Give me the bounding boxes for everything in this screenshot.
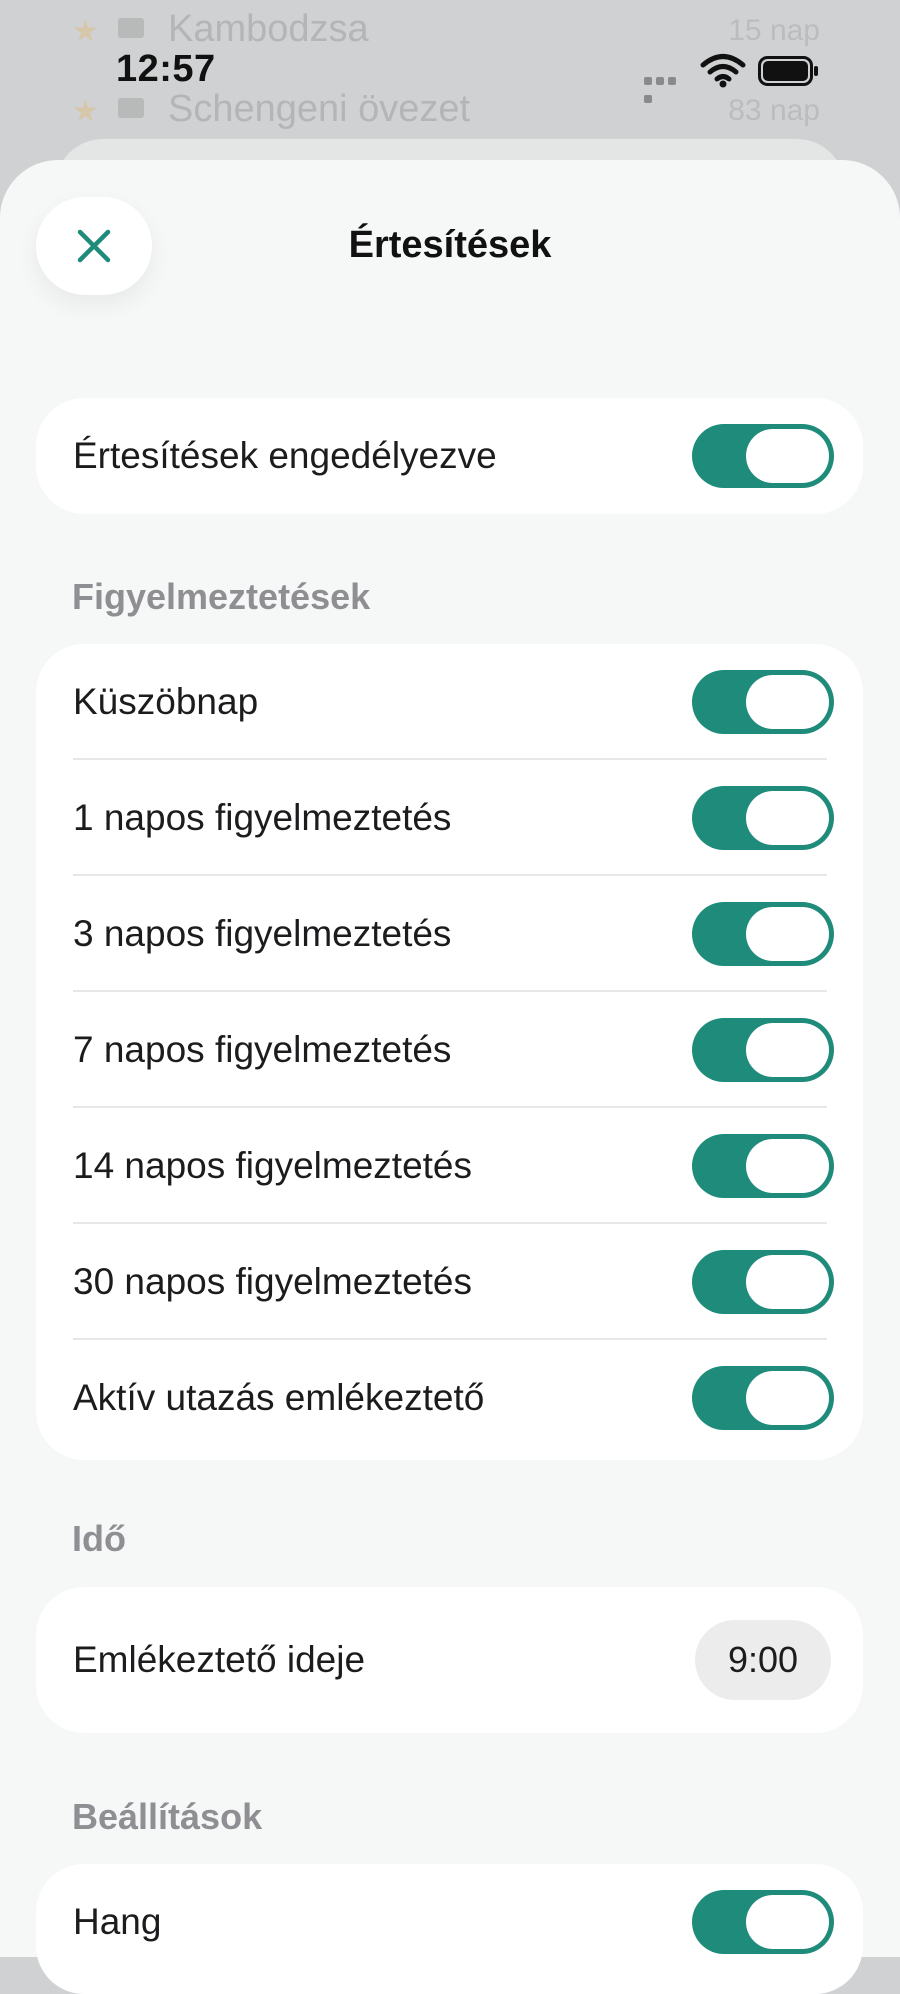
toggle-label: 3 napos figyelmeztetés	[73, 913, 452, 954]
toggle-label: 7 napos figyelmeztetés	[73, 1029, 452, 1070]
toggle-label: Értesítések engedélyezve	[73, 435, 497, 476]
star-icon: ★	[72, 94, 99, 129]
toggle-row-sound: Hang	[36, 1864, 863, 1980]
background-item-name: Schengeni övezet	[168, 88, 471, 130]
toggle-label: Aktív utazás emlékeztető	[73, 1377, 485, 1418]
section-header-time: Idő	[72, 1518, 126, 1559]
star-icon: ★	[72, 14, 99, 49]
reminder-time-label: Emlékeztető ideje	[73, 1639, 366, 1680]
toggle-row-3-day: 3 napos figyelmeztetés	[36, 876, 863, 992]
threshold-day-toggle[interactable]	[692, 670, 834, 734]
toggle-knob	[746, 1139, 829, 1193]
status-time: 12:57	[116, 48, 216, 90]
1-day-alert-toggle[interactable]	[692, 786, 834, 850]
toggle-row-threshold-day: Küszöbnap	[36, 644, 863, 760]
toggle-knob	[746, 791, 829, 845]
toggle-label: 1 napos figyelmeztetés	[73, 797, 452, 838]
settings-card: Hang	[36, 1864, 863, 1994]
toggle-knob	[746, 1255, 829, 1309]
reminder-time-picker[interactable]: 9:00	[695, 1620, 831, 1700]
toggle-label: Hang	[73, 1901, 162, 1942]
flag-icon	[118, 18, 144, 38]
toggle-row-1-day: 1 napos figyelmeztetés	[36, 760, 863, 876]
sheet-title: Értesítések	[348, 224, 552, 266]
3-day-alert-toggle[interactable]	[692, 902, 834, 966]
toggle-knob	[746, 1371, 829, 1425]
notifications-enabled-toggle[interactable]	[692, 424, 834, 488]
toggle-knob	[746, 907, 829, 961]
flag-icon	[118, 98, 144, 118]
toggle-row-active-trip: Aktív utazás emlékeztető	[36, 1340, 863, 1456]
30-day-alert-toggle[interactable]	[692, 1250, 834, 1314]
signal-dots-icon	[644, 72, 690, 103]
toggle-knob	[746, 429, 829, 483]
main-toggle-card: Értesítések engedélyezve	[36, 398, 863, 514]
toggle-knob	[746, 675, 829, 729]
toggle-row-notifications-enabled: Értesítések engedélyezve	[36, 398, 863, 514]
toggle-label: Küszöbnap	[73, 681, 259, 722]
toggle-row-7-day: 7 napos figyelmeztetés	[36, 992, 863, 1108]
7-day-alert-toggle[interactable]	[692, 1018, 834, 1082]
wifi-icon	[700, 54, 746, 88]
toggle-label: 14 napos figyelmeztetés	[73, 1145, 473, 1186]
background-item-days: 15 nap	[728, 14, 820, 47]
section-header-settings: Beállítások	[72, 1796, 263, 1837]
toggle-label: 30 napos figyelmeztetés	[73, 1261, 473, 1302]
toggle-row-14-day: 14 napos figyelmeztetés	[36, 1108, 863, 1224]
reminder-time-row: Emlékeztető ideje 9:00	[36, 1587, 863, 1733]
section-header-alerts: Figyelmeztetések	[72, 576, 371, 617]
battery-icon	[758, 56, 818, 86]
active-trip-reminder-toggle[interactable]	[692, 1366, 834, 1430]
notifications-sheet: Értesítések Értesítések engedélyezve Fig…	[0, 160, 900, 1994]
toggle-knob	[746, 1023, 829, 1077]
background-item-name: Kambodzsa	[168, 8, 369, 50]
sound-toggle[interactable]	[692, 1890, 834, 1954]
alerts-card: Küszöbnap 1 napos figyelmeztetés 3 napos…	[36, 644, 863, 1460]
toggle-knob	[746, 1895, 829, 1949]
time-card: Emlékeztető ideje 9:00	[36, 1587, 863, 1733]
14-day-alert-toggle[interactable]	[692, 1134, 834, 1198]
toggle-row-30-day: 30 napos figyelmeztetés	[36, 1224, 863, 1340]
background-item-days: 83 nap	[728, 94, 820, 127]
